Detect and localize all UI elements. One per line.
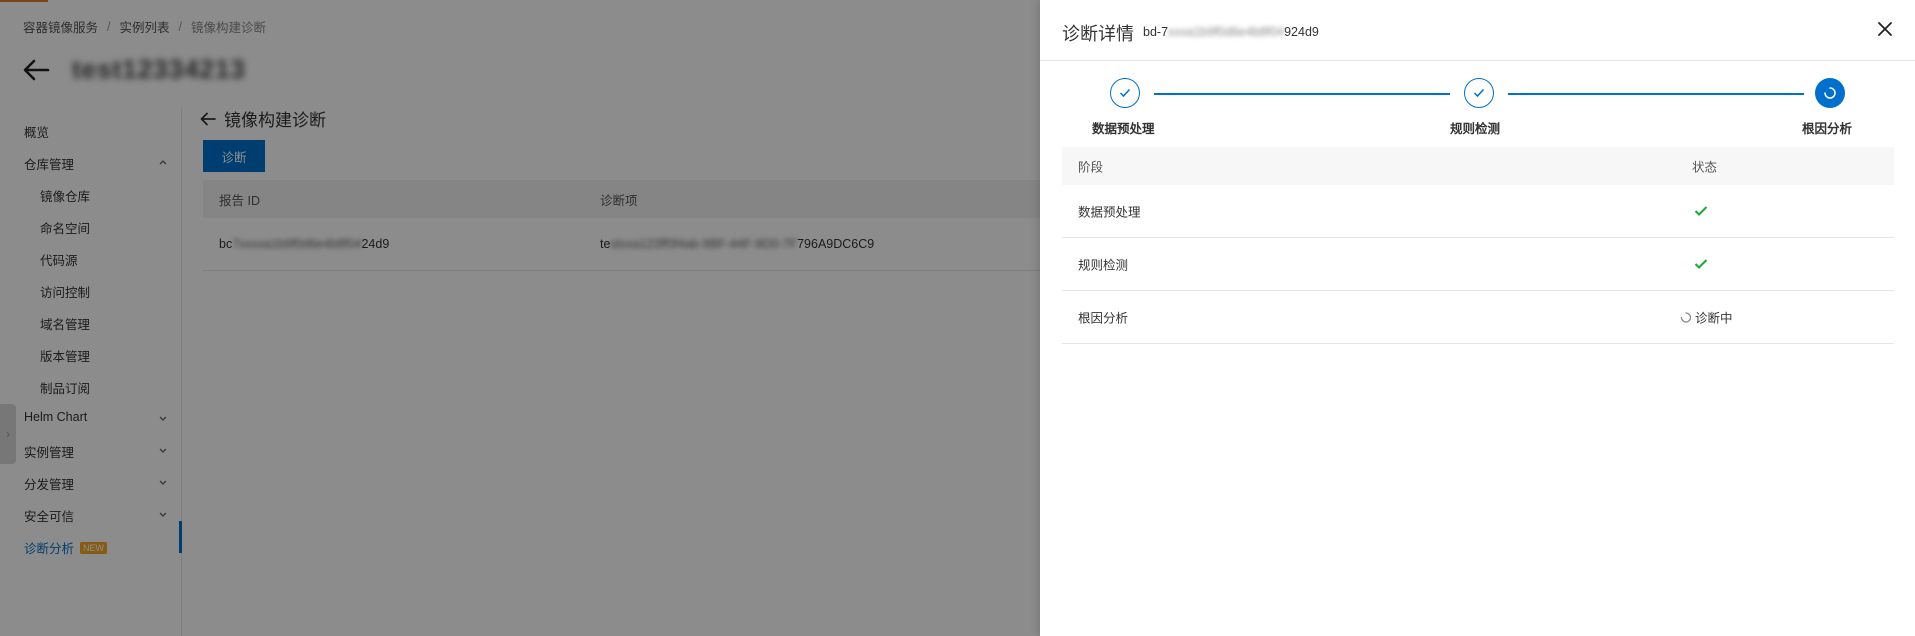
step-2-done: [1464, 78, 1494, 108]
close-icon[interactable]: [1876, 20, 1894, 38]
table-row: 规则检测: [1062, 238, 1894, 291]
step-connector: [1508, 93, 1804, 95]
stage-status-table: 阶段 状态 数据预处理 规则检测 根因分析 诊断中: [1062, 147, 1894, 344]
stage-cell: 根因分析: [1078, 311, 1129, 326]
drawer-title: 诊断详情: [1062, 24, 1134, 44]
step-progress: 数据预处理 规则检测 根因分析: [1040, 75, 1915, 145]
table-row: 根因分析 诊断中: [1062, 291, 1894, 344]
drawer-report-id: bd-7 xxxa1b9f0d6e4b8f04 924d9: [1143, 25, 1319, 39]
drawer-header: 诊断详情 bd-7 xxxa1b9f0d6e4b8f04 924d9: [1040, 0, 1915, 61]
diagnosis-detail-drawer: 诊断详情 bd-7 xxxa1b9f0d6e4b8f04 924d9 数据预处理 规…: [1040, 0, 1915, 636]
col-status: 状态: [1692, 160, 1718, 175]
step-3-label: 根因分析: [1802, 122, 1853, 136]
col-stage: 阶段: [1078, 160, 1104, 175]
modal-overlay[interactable]: [0, 0, 1040, 636]
drawer-report-id-suffix: 924d9: [1284, 25, 1319, 39]
success-check-icon: [1694, 206, 1708, 216]
step-1-done: [1110, 78, 1140, 108]
status-text: 诊断中: [1695, 311, 1733, 326]
step-connector: [1154, 93, 1450, 95]
loading-spinner-icon: [1824, 87, 1836, 99]
stage-cell: 规则检测: [1078, 258, 1129, 273]
step-2-label: 规则检测: [1450, 122, 1501, 136]
loading-spinner-icon: [1680, 311, 1692, 323]
step-3-active: [1815, 78, 1845, 108]
success-check-icon: [1694, 259, 1708, 269]
check-icon: [1473, 88, 1485, 98]
drawer-report-id-redacted: xxxa1b9f0d6e4b8f04: [1168, 25, 1285, 39]
table-row: 数据预处理: [1062, 185, 1894, 238]
table-header: 阶段 状态: [1062, 147, 1894, 185]
check-icon: [1119, 88, 1131, 98]
status-cell: 诊断中: [1680, 308, 1733, 327]
stage-cell: 数据预处理: [1078, 205, 1141, 220]
status-cell: [1694, 258, 1708, 270]
status-cell: [1694, 205, 1708, 217]
step-1-label: 数据预处理: [1092, 122, 1155, 136]
drawer-report-id-prefix: bd-7: [1143, 25, 1169, 39]
